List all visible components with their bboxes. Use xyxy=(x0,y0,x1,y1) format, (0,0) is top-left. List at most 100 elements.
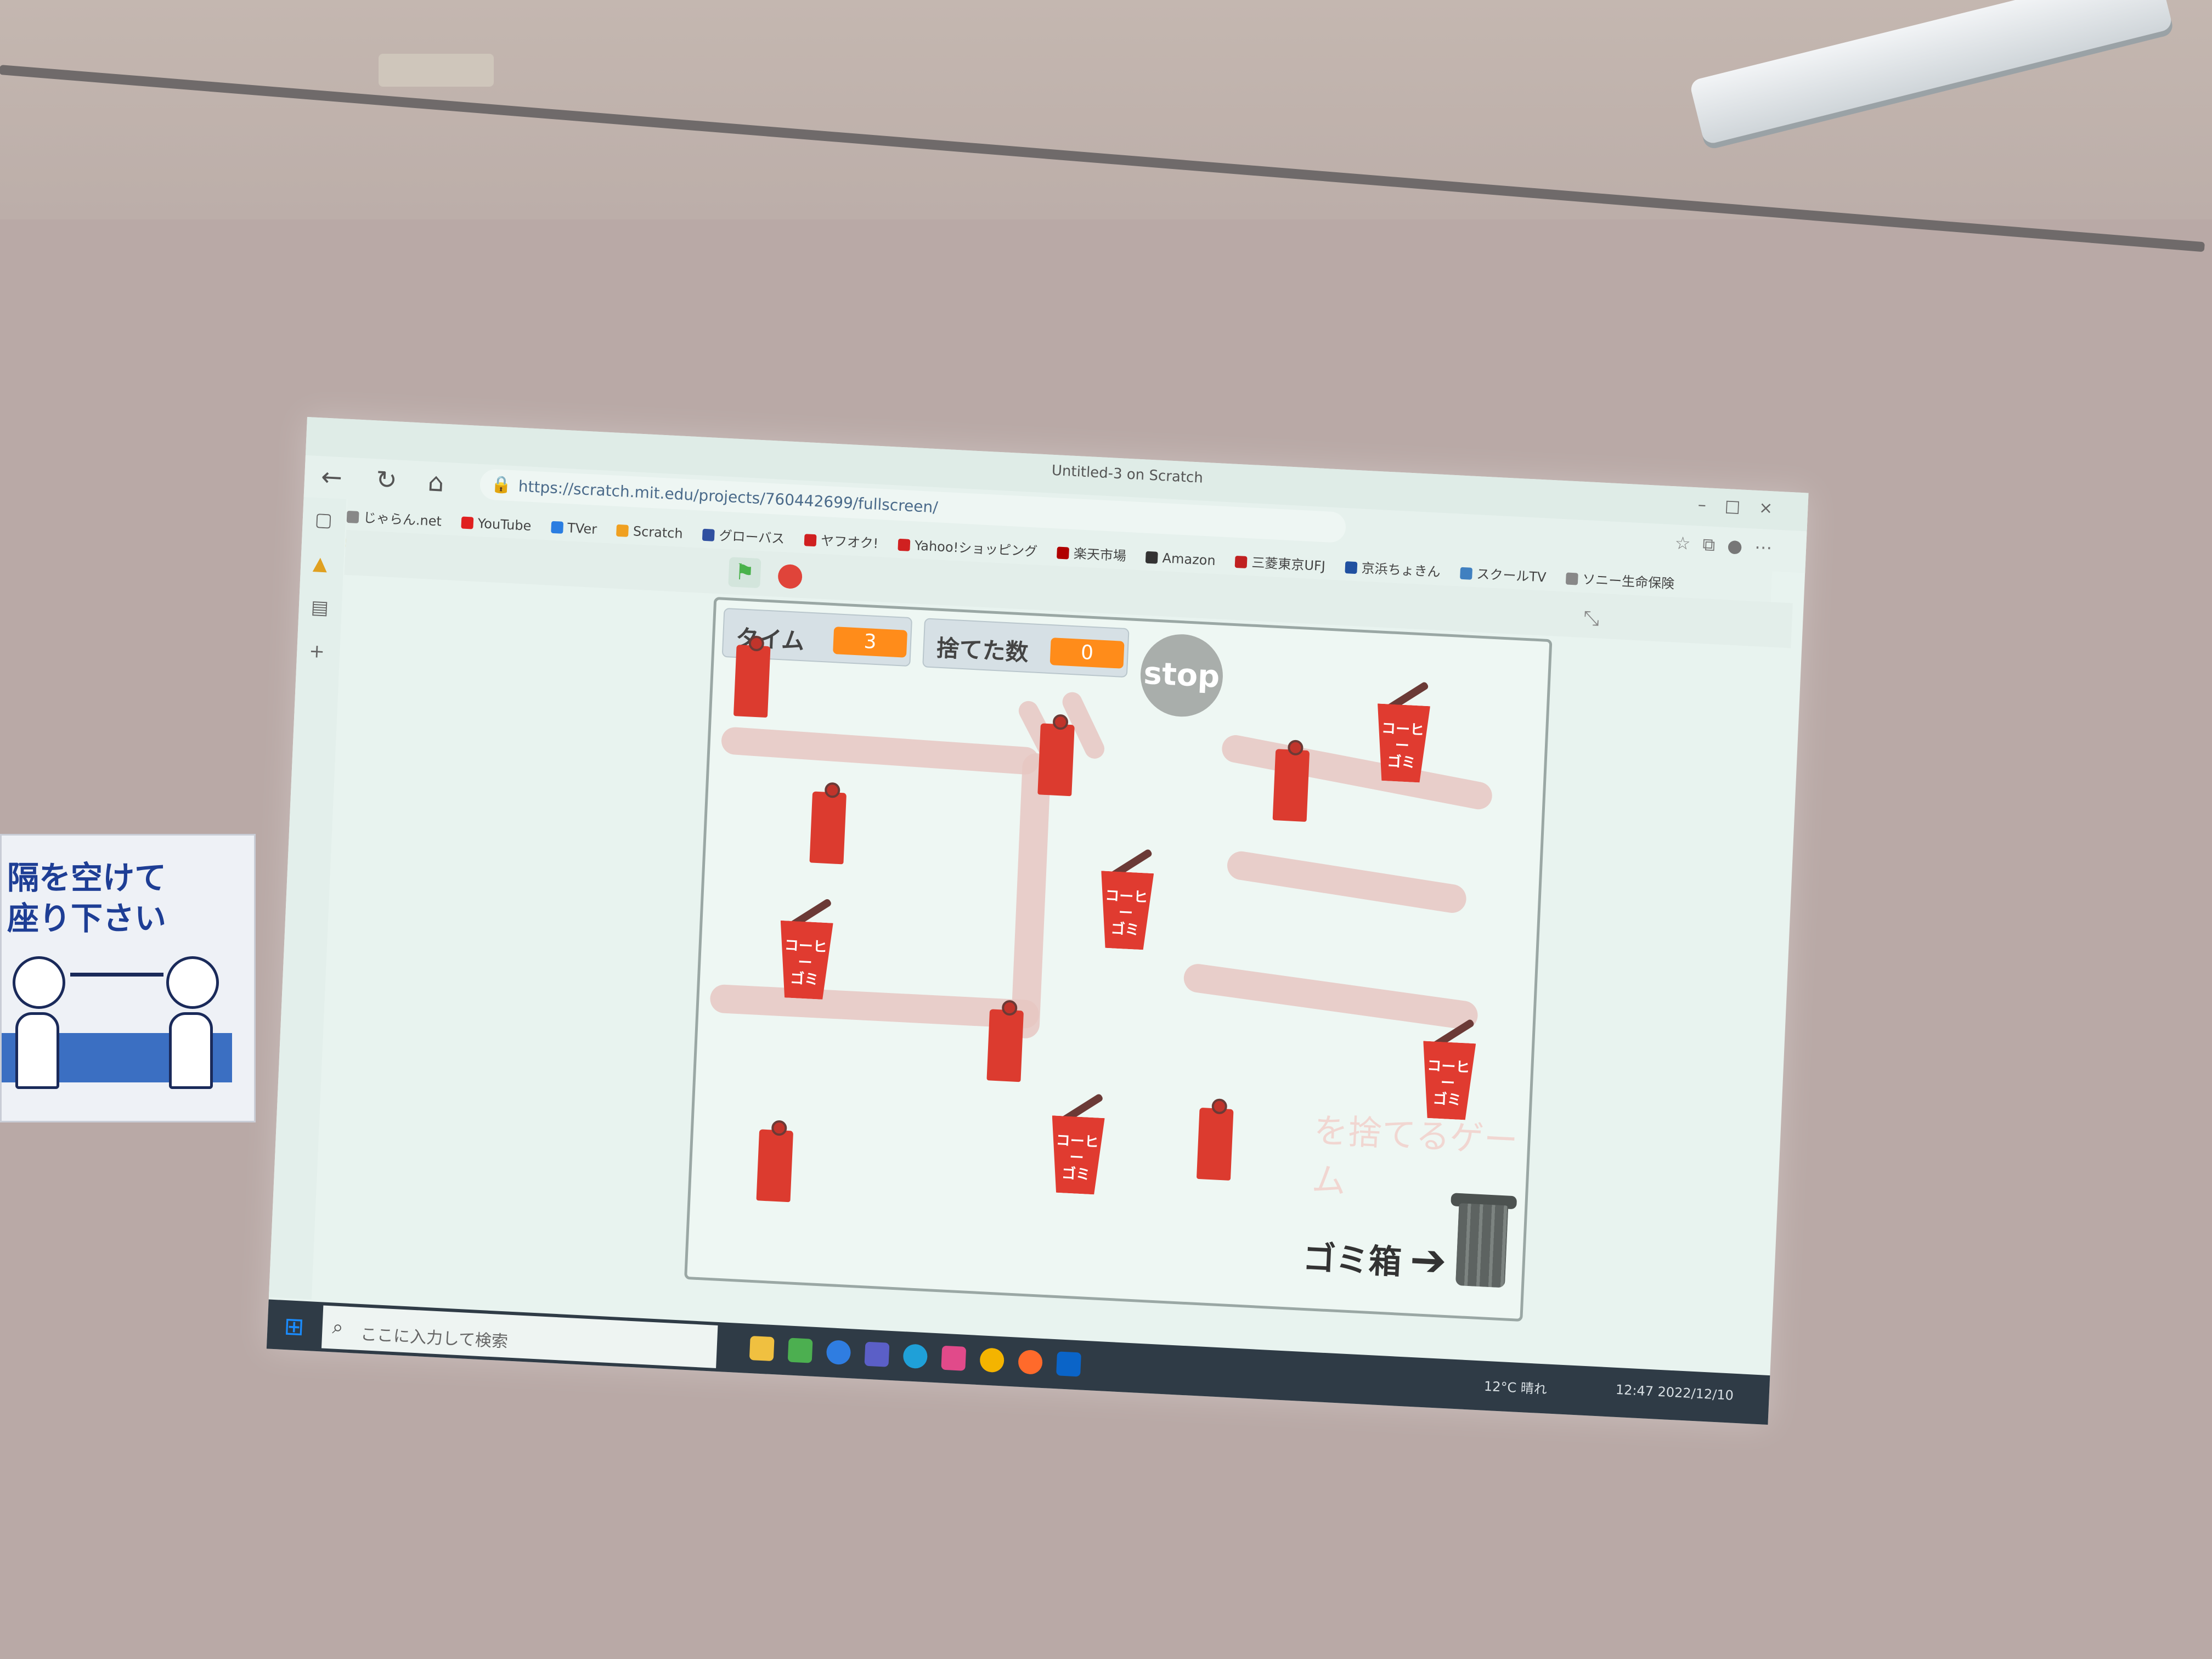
collections-icon[interactable]: ▤ xyxy=(311,596,329,619)
bookmark-item[interactable]: ヤフオク! xyxy=(804,529,879,552)
thrown-count-value: 0 xyxy=(1049,637,1125,669)
taskbar-search[interactable]: ⌕ ここに入力して検索 xyxy=(321,1305,718,1368)
bookmark-icon xyxy=(616,524,629,537)
taskbar-clock[interactable]: 12:47 2022/12/10 xyxy=(1615,1382,1734,1403)
title-stroke xyxy=(720,726,1040,776)
windows-start-icon[interactable]: ⊞ xyxy=(284,1312,305,1341)
bookmark-label: じゃらん.net xyxy=(363,510,442,529)
taskbar-app-outlook[interactable] xyxy=(1056,1351,1081,1377)
stop-button[interactable]: stop xyxy=(1138,632,1225,719)
wall-poster: 隔を空けて 座り下さい xyxy=(0,834,256,1122)
bookmark-label: Scratch xyxy=(633,523,684,541)
bookmark-item[interactable]: Scratch xyxy=(616,523,683,541)
bookmark-icon xyxy=(1235,555,1248,569)
can-sprite[interactable] xyxy=(809,791,847,865)
trash-arrow: ➔ xyxy=(1408,1233,1448,1286)
search-placeholder: ここに入力して検索 xyxy=(360,1325,509,1352)
coffee-cup-sprite[interactable]: コーヒー ゴミ xyxy=(1097,848,1155,951)
scratch-icon[interactable]: ▲ xyxy=(312,552,328,575)
taskbar-app-edge[interactable] xyxy=(902,1344,928,1369)
bookmark-item[interactable]: Yahoo!ショッピング xyxy=(898,534,1038,560)
taskbar-app-chrome[interactable] xyxy=(979,1347,1005,1373)
cup-label: コーヒー ゴミ xyxy=(1056,1132,1099,1183)
bookmark-label: TVer xyxy=(567,520,597,537)
can-sprite[interactable] xyxy=(986,1009,1024,1082)
tab-title[interactable]: Untitled-3 on Scratch xyxy=(1051,462,1203,487)
coffee-cup-sprite[interactable]: コーヒー ゴミ xyxy=(776,898,835,1001)
cup-label: コーヒー ゴミ xyxy=(784,937,828,989)
can-sprite[interactable] xyxy=(756,1129,794,1203)
title-stroke xyxy=(1220,732,1494,812)
poster-person-right xyxy=(166,956,219,1089)
bookmark-label: スクールTV xyxy=(1476,566,1547,585)
trash-can-icon[interactable] xyxy=(1455,1203,1509,1288)
taskbar-app-firefox[interactable] xyxy=(1018,1349,1043,1375)
scratch-stage[interactable]: タイム 3 捨てた数 0 stop を捨てるゲーム コーヒー ゴミ コーヒー ゴ… xyxy=(684,596,1553,1322)
bookmark-icon xyxy=(1057,546,1070,560)
coffee-cup-sprite[interactable]: コーヒー ゴミ xyxy=(1048,1093,1107,1196)
stop-sign-button[interactable] xyxy=(777,563,803,589)
poster-arrow xyxy=(70,973,163,977)
cup-label: コーヒー ゴミ xyxy=(1426,1057,1470,1109)
bookmark-item[interactable]: スクールTV xyxy=(1460,562,1547,586)
bookmark-item[interactable]: 京浜ちょきん xyxy=(1345,556,1441,580)
bookmark-label: YouTube xyxy=(477,515,532,534)
poster-line-1: 隔を空けて xyxy=(7,859,167,896)
bookmark-icon xyxy=(1460,567,1472,580)
can-sprite[interactable] xyxy=(1272,749,1310,822)
bookmark-item[interactable]: グローバス xyxy=(702,524,785,548)
back-icon[interactable]: ← xyxy=(320,461,343,492)
bookmark-item[interactable]: ソニー生命保険 xyxy=(1565,567,1675,592)
bookmark-icon xyxy=(1565,572,1578,585)
taskbar-app-explorer[interactable] xyxy=(749,1335,775,1362)
taskbar-app-blue[interactable] xyxy=(826,1340,851,1365)
coffee-cup-sprite[interactable]: コーヒー ゴミ xyxy=(1373,681,1432,784)
bookmark-icon xyxy=(1345,561,1358,574)
ceiling-sensor xyxy=(379,54,494,87)
green-flag-button[interactable]: ⚑ xyxy=(728,557,761,589)
poster-text: 隔を空けて 座り下さい xyxy=(2,857,249,939)
bookmark-icon xyxy=(804,534,817,547)
trash-label: ゴミ箱 xyxy=(1302,1238,1403,1282)
bookmark-item[interactable]: 楽天市場 xyxy=(1057,541,1126,564)
windows-taskbar: ⊞ ⌕ ここに入力して検索 12°C 晴れ 12:47 2022/12/10 xyxy=(266,1299,1770,1425)
add-icon[interactable]: + xyxy=(309,640,325,663)
search-icon: ⌕ xyxy=(331,1316,344,1339)
bookmark-item[interactable]: YouTube xyxy=(461,515,532,534)
can-sprite[interactable] xyxy=(733,645,771,718)
taskbar-app-green[interactable] xyxy=(787,1338,813,1363)
taskbar-weather[interactable]: 12°C 晴れ xyxy=(1483,1375,1547,1398)
bookmark-icon xyxy=(550,521,563,534)
bookmark-item[interactable]: 三菱東京UFJ xyxy=(1235,551,1326,574)
cup-label: コーヒー ゴミ xyxy=(1104,887,1148,939)
bookmark-icon xyxy=(346,510,359,523)
title-stroke xyxy=(1225,849,1469,915)
exit-fullscreen-icon[interactable]: ⤡ xyxy=(1583,607,1600,630)
window-controls[interactable]: –□× xyxy=(1697,495,1792,519)
home-icon[interactable]: ⌂ xyxy=(427,467,445,497)
bookmark-label: 京浜ちょきん xyxy=(1361,560,1441,580)
poster-person-left xyxy=(13,956,65,1089)
thrown-count-label: 捨てた数 xyxy=(935,634,1029,667)
bookmark-item[interactable]: じゃらん.net xyxy=(346,506,442,530)
lock-icon: 🔒 xyxy=(490,475,512,495)
cup-label: コーヒー ゴミ xyxy=(1381,720,1425,771)
poster-line-2: 座り下さい xyxy=(7,900,167,937)
bookmark-item[interactable]: TVer xyxy=(550,520,597,537)
browser-sidebar: ▢ ▲ ▤ + xyxy=(268,496,347,1300)
bookmark-label: Amazon xyxy=(1162,550,1216,569)
bookmark-icon xyxy=(461,516,474,529)
taskbar-app-teams[interactable] xyxy=(864,1341,890,1367)
bookmark-icon xyxy=(898,538,911,551)
thrown-count-monitor: 捨てた数 0 xyxy=(922,618,1130,678)
coffee-cup-sprite[interactable]: コーヒー ゴミ xyxy=(1419,1018,1477,1121)
bookmark-item[interactable]: Amazon xyxy=(1146,550,1216,568)
browser-toolbar-icons[interactable]: ☆⧉●⋯ xyxy=(1674,532,1785,559)
bookmark-label: Yahoo!ショッピング xyxy=(914,538,1038,560)
taskbar-app-pink[interactable] xyxy=(941,1345,967,1371)
title-stroke xyxy=(1010,752,1052,1039)
can-sprite[interactable] xyxy=(1196,1107,1234,1181)
reload-icon[interactable]: ↻ xyxy=(375,465,398,495)
can-sprite[interactable] xyxy=(1037,723,1075,797)
tabs-icon[interactable]: ▢ xyxy=(314,509,333,532)
